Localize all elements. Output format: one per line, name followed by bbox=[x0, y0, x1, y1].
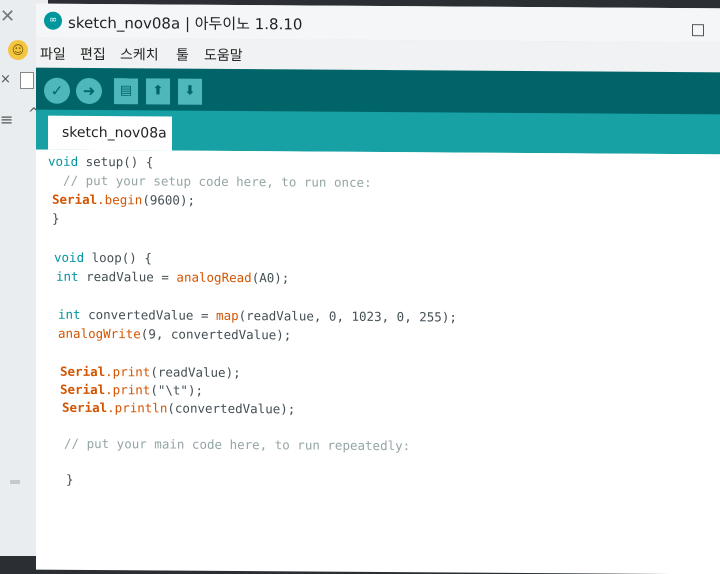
tab-bar: sketch_nov08a bbox=[36, 109, 720, 155]
code-line: Serial.begin(9600); bbox=[52, 191, 195, 208]
hamburger-menu-icon[interactable]: ≡ bbox=[0, 110, 13, 129]
code-comment: // put your setup code here, to run once… bbox=[48, 172, 372, 190]
code-line: int convertedValue = map(readValue, 0, 1… bbox=[58, 306, 457, 325]
close-tab-icon[interactable]: × bbox=[0, 72, 11, 87]
menu-bar: 파일 편집 스케치 툴 도움말 bbox=[36, 37, 720, 73]
arrow-right-icon: ➜ bbox=[82, 81, 96, 101]
code-line: void setup() { bbox=[48, 153, 154, 170]
menu-file[interactable]: 파일 bbox=[40, 44, 66, 64]
code-text: void setup() { // put your setup code he… bbox=[48, 154, 457, 487]
open-button[interactable]: ⬆ bbox=[146, 78, 170, 105]
tab-sketch[interactable]: sketch_nov08a bbox=[48, 115, 172, 151]
code-comment: // put your main code here, to run repea… bbox=[64, 435, 411, 454]
tab-label: sketch_nov08a bbox=[62, 124, 167, 142]
maximize-button[interactable] bbox=[692, 24, 704, 37]
menu-sketch[interactable]: 스케치 bbox=[120, 44, 159, 64]
code-editor[interactable]: void setup() { // put your setup code he… bbox=[36, 149, 720, 574]
arduino-ide-window: ∞ sketch_nov08a | 아두이노 1.8.10 파일 편집 스케치 … bbox=[36, 3, 720, 574]
close-icon[interactable]: ✕ bbox=[0, 6, 18, 28]
arrow-down-icon: ⬇ bbox=[184, 83, 196, 99]
code-line: } bbox=[66, 471, 74, 487]
code-line: void loop() { bbox=[54, 249, 152, 266]
emoji-icon: ☺ bbox=[8, 40, 28, 60]
menu-tools[interactable]: 툴 bbox=[176, 45, 189, 65]
code-line: analogWrite(9, convertedValue); bbox=[58, 325, 292, 343]
new-button[interactable]: ▤ bbox=[114, 78, 138, 105]
arrow-up-icon: ⬆ bbox=[152, 83, 164, 99]
code-line: } bbox=[52, 210, 60, 226]
arduino-logo-icon: ∞ bbox=[44, 11, 62, 30]
save-button[interactable]: ⬇ bbox=[178, 78, 202, 105]
code-line: Serial.println(convertedValue); bbox=[62, 399, 296, 417]
divider bbox=[10, 480, 20, 484]
menu-edit[interactable]: 편집 bbox=[80, 44, 106, 64]
window-title: sketch_nov08a | 아두이노 1.8.10 bbox=[68, 13, 303, 34]
verify-button[interactable]: ✓ bbox=[44, 77, 70, 104]
code-line: int readValue = analogRead(A0); bbox=[56, 268, 290, 286]
document-icon bbox=[20, 72, 34, 89]
check-icon: ✓ bbox=[50, 81, 64, 100]
new-file-icon: ▤ bbox=[119, 83, 133, 99]
code-line: Serial.print(readValue); bbox=[60, 363, 241, 381]
menu-help[interactable]: 도움말 bbox=[204, 45, 243, 65]
upload-button[interactable]: ➜ bbox=[76, 77, 102, 105]
code-line: Serial.print("\t"); bbox=[60, 381, 203, 398]
